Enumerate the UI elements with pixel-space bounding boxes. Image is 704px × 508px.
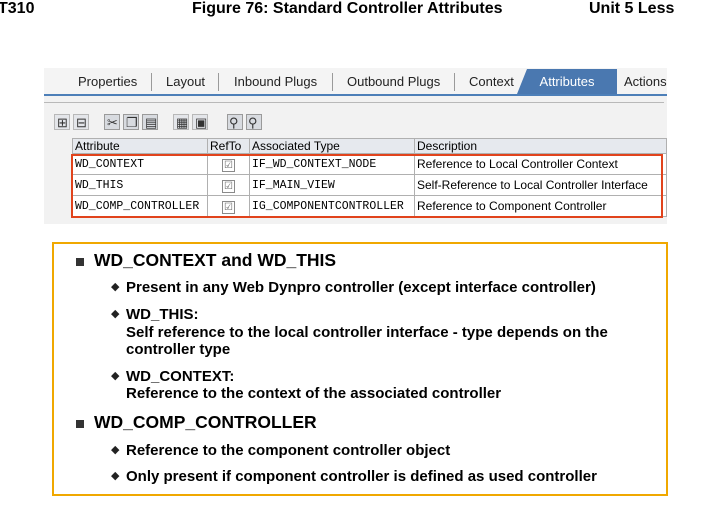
sub-bullet-only-present: Only present if component controller is … (126, 468, 597, 485)
summary-box: WD_CONTEXT and WD_THIS ◆ Present in any … (52, 242, 668, 496)
toolbar-divider (44, 102, 664, 103)
paste-icon[interactable]: ▤ (142, 114, 158, 130)
description-cell[interactable]: Self-Reference to Local Controller Inter… (414, 174, 667, 196)
find-icon[interactable]: ⚲ (227, 114, 243, 130)
column-header-refto[interactable]: RefTo (207, 138, 250, 154)
sub-bullet-wd-this-desc: Self reference to the local controller i… (126, 324, 608, 341)
description-cell[interactable]: Reference to Component Controller (414, 195, 667, 217)
diamond-bullet-icon: ◆ (111, 308, 120, 320)
diamond-bullet-icon: ◆ (111, 444, 120, 456)
diamond-bullet-icon: ◆ (111, 281, 120, 293)
cut-icon[interactable]: ✂ (104, 114, 120, 130)
sub-bullet-wd-this-label: WD_THIS: (126, 306, 199, 323)
insert-row-icon[interactable]: ⊞ (54, 114, 70, 130)
tab-inbound-plugs[interactable]: Inbound Plugs (234, 74, 317, 89)
refto-cell[interactable]: ☑ (207, 174, 250, 196)
diamond-bullet-icon: ◆ (111, 470, 120, 482)
associated-type-cell[interactable]: IF_WD_CONTEXT_NODE (249, 153, 415, 175)
tab-attributes[interactable]: Attributes (517, 69, 617, 94)
copy-icon[interactable]: ❐ (123, 114, 139, 130)
column-header-attribute[interactable]: Attribute (72, 138, 208, 154)
sub-bullet-wd-context-label: WD_CONTEXT: (126, 368, 235, 385)
tab-context[interactable]: Context (469, 74, 514, 89)
table-row[interactable]: WD_THIS ☑ IF_MAIN_VIEW Self-Reference to… (72, 174, 667, 196)
refto-cell[interactable]: ☑ (207, 153, 250, 175)
tab-actions[interactable]: Actions (624, 74, 667, 89)
tab-separator (454, 73, 455, 91)
tab-separator (151, 73, 152, 91)
tab-properties[interactable]: Properties (78, 74, 137, 89)
column-header-associated-type[interactable]: Associated Type (249, 138, 415, 154)
tab-layout[interactable]: Layout (166, 74, 205, 89)
tab-separator (218, 73, 219, 91)
attribute-cell[interactable]: WD_THIS (72, 174, 208, 196)
table-row[interactable]: WD_COMP_CONTROLLER ☑ IG_COMPONENTCONTROL… (72, 195, 667, 217)
attribute-cell[interactable]: WD_COMP_CONTROLLER (72, 195, 208, 217)
toolbar-area (44, 98, 667, 112)
select-all-icon[interactable]: ▣ (192, 114, 208, 130)
find-next-icon[interactable]: ⚲ (246, 114, 262, 130)
tab-separator (332, 73, 333, 91)
refto-cell[interactable]: ☑ (207, 195, 250, 217)
associated-type-cell[interactable]: IG_COMPONENTCONTROLLER (249, 195, 415, 217)
tab-bar: Properties Layout Inbound Plugs Outbound… (44, 68, 667, 96)
checkbox-checked-icon[interactable]: ☑ (222, 179, 235, 193)
bullet-heading-comp-controller: WD_COMP_CONTROLLER (94, 412, 317, 432)
sub-bullet-wd-context-desc: Reference to the context of the associat… (126, 385, 502, 402)
attribute-cell[interactable]: WD_CONTEXT (72, 153, 208, 175)
column-header-description[interactable]: Description (414, 138, 667, 154)
bullet-heading-context-this: WD_CONTEXT and WD_THIS (94, 250, 337, 270)
checkbox-checked-icon[interactable]: ☑ (222, 200, 235, 214)
figure-title: Figure 76: Standard Controller Attribute… (192, 0, 503, 17)
header-unit-label: Unit 5 Less (589, 0, 675, 17)
associated-type-cell[interactable]: IF_MAIN_VIEW (249, 174, 415, 196)
table-header-row: Attribute RefTo Associated Type Descript… (72, 138, 667, 154)
sub-bullet-wd-this-desc-cont: controller type (126, 341, 231, 358)
delete-row-icon[interactable]: ⊟ (73, 114, 89, 130)
sub-bullet-reference: Reference to the component controller ob… (126, 442, 451, 459)
square-bullet-icon (76, 258, 84, 266)
sub-bullet-present: Present in any Web Dynpro controller (ex… (126, 279, 596, 296)
tab-outbound-plugs[interactable]: Outbound Plugs (347, 74, 440, 89)
header-unit-code: T310 (0, 0, 35, 17)
table-row[interactable]: WD_CONTEXT ☑ IF_WD_CONTEXT_NODE Referenc… (72, 153, 667, 175)
sap-editor-screenshot: Properties Layout Inbound Plugs Outbound… (44, 68, 667, 224)
description-cell[interactable]: Reference to Local Controller Context (414, 153, 667, 175)
diamond-bullet-icon: ◆ (111, 370, 120, 382)
attributes-table: Attribute RefTo Associated Type Descript… (72, 138, 667, 217)
details-icon[interactable]: ▦ (173, 114, 189, 130)
checkbox-checked-icon[interactable]: ☑ (222, 158, 235, 172)
square-bullet-icon (76, 420, 84, 428)
